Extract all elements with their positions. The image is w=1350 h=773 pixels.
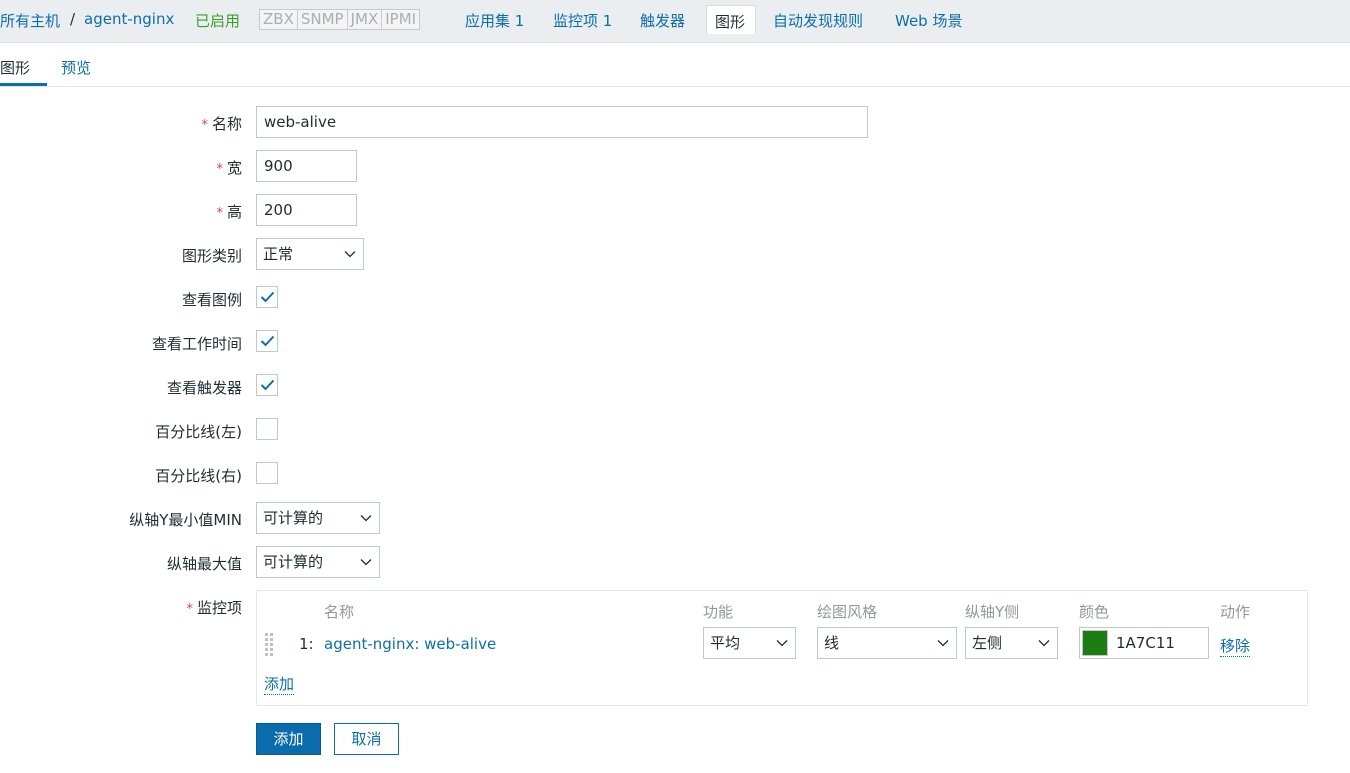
required-mark: * (216, 206, 223, 221)
column-header-function: 功能 (703, 603, 734, 621)
badge-ipmi: IPMI (385, 10, 417, 28)
height-label-text: 高 (226, 203, 242, 221)
ymin-label: 纵轴Y最小值MIN (129, 511, 242, 529)
item-color-value: 1A7C11 (1116, 634, 1175, 652)
tab-triggers[interactable]: 触发器 (640, 10, 685, 31)
chevron-down-icon (1038, 640, 1050, 647)
tab-items[interactable]: 监控项 1 (553, 10, 612, 31)
percentile-left-checkbox[interactable] (256, 418, 278, 440)
active-tab-indicator (0, 83, 47, 86)
chevron-down-icon (776, 640, 788, 647)
chevron-down-icon (360, 559, 372, 566)
tab-applications[interactable]: 应用集 1 (465, 10, 524, 31)
required-mark: * (216, 162, 223, 177)
show-legend-label: 查看图例 (181, 291, 242, 309)
show-legend-checkbox[interactable] (256, 286, 278, 308)
tab-graph[interactable]: 图形 (0, 57, 30, 78)
tab-graphs[interactable]: 图形 (706, 5, 756, 34)
badge-zbx: ZBX (260, 10, 298, 29)
show-triggers-label: 查看触发器 (166, 379, 242, 397)
column-header-draw-style: 绘图风格 (817, 603, 878, 621)
breadcrumb-separator: / (70, 10, 76, 28)
graph-type-select[interactable]: 正常 (256, 238, 364, 270)
item-name-link[interactable]: agent-nginx: web-alive (324, 635, 496, 653)
name-input[interactable] (256, 106, 868, 138)
drag-handle-icon[interactable] (265, 633, 273, 657)
items-label-text: 监控项 (196, 599, 242, 617)
name-label-text: 名称 (211, 115, 242, 133)
host-link[interactable]: agent-nginx (84, 10, 174, 28)
show-working-time-checkbox[interactable] (256, 330, 278, 352)
tab-discovery-rules[interactable]: 自动发现规则 (773, 10, 863, 31)
cancel-button[interactable]: 取消 (334, 723, 399, 755)
availability-badges: ZBX SNMP JMX IPMI (259, 9, 421, 30)
tab-graphs-label: 图形 (715, 13, 746, 31)
tab-web-scenarios[interactable]: Web 场景 (895, 10, 962, 31)
chevron-down-icon (937, 640, 949, 647)
width-label: * 宽 (216, 157, 242, 178)
ymax-value: 可计算的 (263, 553, 324, 571)
item-y-side-select[interactable]: 左侧 (965, 627, 1058, 659)
required-mark: * (186, 602, 193, 617)
form-tabs: 图形 预览 (0, 44, 1350, 87)
height-label: * 高 (216, 201, 242, 222)
ymax-select[interactable]: 可计算的 (256, 546, 380, 578)
host-status-enabled[interactable]: 已启用 (195, 10, 240, 31)
remove-item-link[interactable]: 移除 (1220, 635, 1251, 657)
width-label-text: 宽 (226, 159, 242, 177)
add-item-link[interactable]: 添加 (264, 673, 295, 695)
items-label: * 监控项 (186, 597, 242, 618)
badge-snmp: SNMP (298, 10, 348, 29)
item-function-value: 平均 (710, 634, 741, 652)
chevron-down-icon (360, 515, 372, 522)
ymin-select[interactable]: 可计算的 (256, 502, 380, 534)
column-header-name: 名称 (324, 603, 355, 621)
item-function-select[interactable]: 平均 (703, 627, 796, 659)
item-row-index: 1: (299, 635, 314, 653)
add-button[interactable]: 添加 (256, 723, 321, 755)
percentile-right-label: 百分比线(右) (155, 467, 242, 485)
height-input[interactable] (256, 194, 357, 226)
percentile-left-label: 百分比线(左) (155, 423, 242, 441)
chevron-down-icon (344, 251, 356, 258)
color-swatch[interactable] (1082, 630, 1108, 656)
item-draw-style-select[interactable]: 线 (817, 627, 957, 659)
percentile-right-checkbox[interactable] (256, 462, 278, 484)
all-hosts-link[interactable]: 所有主机 (0, 10, 60, 31)
required-mark: * (201, 118, 208, 133)
column-header-color: 颜色 (1079, 603, 1110, 621)
item-draw-style-value: 线 (824, 634, 840, 652)
ymax-label: 纵轴最大值 (166, 555, 242, 573)
graph-type-label: 图形类别 (181, 247, 242, 265)
checkmark-icon (260, 291, 275, 303)
column-header-action: 动作 (1220, 603, 1251, 621)
checkmark-icon (260, 335, 275, 347)
badge-jmx: JMX (348, 10, 383, 29)
show-working-time-label: 查看工作时间 (151, 335, 242, 353)
show-triggers-checkbox[interactable] (256, 374, 278, 396)
ymin-value: 可计算的 (263, 509, 324, 527)
item-y-side-value: 左侧 (972, 634, 1003, 652)
width-input[interactable] (256, 150, 357, 182)
graph-type-value: 正常 (263, 245, 294, 263)
name-label: * 名称 (201, 113, 242, 134)
graph-items-table: 名称 功能 绘图风格 纵轴Y侧 颜色 动作 1: agent-nginx: we… (256, 590, 1308, 706)
column-header-y-side: 纵轴Y侧 (965, 603, 1020, 621)
tab-preview[interactable]: 预览 (61, 57, 91, 78)
checkmark-icon (260, 379, 275, 391)
host-navigation: 所有主机 / agent-nginx 已启用 ZBX SNMP JMX IPMI… (0, 0, 1350, 43)
